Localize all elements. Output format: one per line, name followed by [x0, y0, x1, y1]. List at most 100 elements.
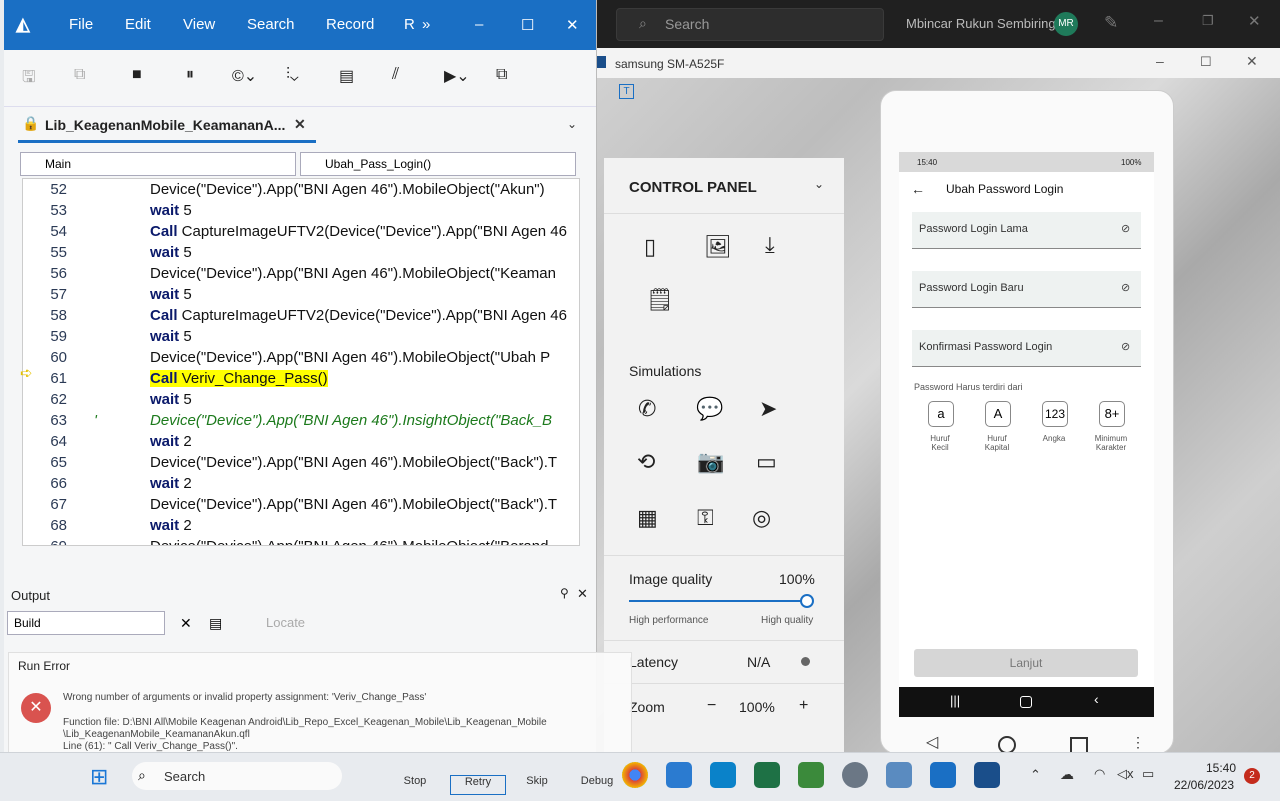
mirror-taskbar-icon[interactable] [974, 762, 1000, 788]
eye-off-icon[interactable]: ⊘ [1121, 340, 1130, 353]
image-quality-slider[interactable] [629, 594, 814, 608]
minimize-icon[interactable]: – [1156, 53, 1164, 69]
insight-icon[interactable]: ⫽ [392, 66, 399, 84]
record-mode-icon[interactable]: ©⌄ [232, 66, 257, 86]
video-icon[interactable]: ▭ [756, 449, 777, 475]
close-icon[interactable]: ✕ [577, 586, 588, 602]
pen-icon[interactable]: ✎ [1104, 13, 1118, 33]
battery-icon[interactable]: ▭ [1142, 766, 1154, 782]
speaker-icon[interactable]: ◁x [1117, 766, 1134, 782]
restore-icon[interactable]: ❐ [1202, 13, 1214, 29]
chevron-up-icon[interactable]: ⌃ [1030, 767, 1041, 783]
pause-icon[interactable]: ⏸ [186, 66, 194, 84]
document-tab[interactable]: Lib_KeagenanMobile_KeamananA... [20, 112, 310, 138]
close-icon[interactable]: ✕ [1248, 12, 1261, 30]
archive-icon[interactable]: ▤ [339, 66, 354, 86]
rule-lowercase-icon: a [928, 401, 954, 427]
run-icon[interactable]: ▶⌄ [444, 66, 470, 86]
eye-off-icon[interactable]: ⊘ [1121, 222, 1130, 235]
menu-run[interactable]: R [404, 16, 415, 33]
clock-time[interactable]: 15:40 [1206, 761, 1236, 775]
excel-icon[interactable] [754, 762, 780, 788]
rotate-icon[interactable]: ⟲ [637, 449, 655, 475]
image-quality-slider-thumb[interactable] [800, 594, 814, 608]
confirm-password-field[interactable]: Konfirmasi Password Login ⊘ [912, 330, 1141, 367]
text-file-icon[interactable]: 🗒 [646, 287, 674, 313]
output-filter-combo[interactable]: Build [7, 611, 165, 635]
notification-badge[interactable]: 2 [1244, 768, 1260, 784]
avatar[interactable]: MR [1054, 12, 1078, 36]
function-combo[interactable]: Ubah_Pass_Login() [300, 152, 576, 176]
error-icon: ✕ [21, 693, 51, 723]
qr-code-icon[interactable]: ▦ [637, 505, 658, 531]
location-icon[interactable]: ➤ [759, 396, 777, 422]
scope-combo[interactable]: Main [20, 152, 296, 176]
save-icon[interactable]: 🖫 [22, 66, 36, 93]
camera-icon[interactable]: 📷 [697, 449, 724, 475]
wifi-icon[interactable]: ◠ [1094, 766, 1105, 782]
code-editor[interactable]: 52 Device("Device").App("BNI Agen 46").Mo… [22, 178, 580, 546]
maximize-icon[interactable]: ☐ [521, 16, 534, 34]
close-tab-icon[interactable]: ✕ [294, 116, 306, 133]
locate-button[interactable]: Locate [266, 615, 305, 630]
network-icon[interactable]: ◎ [752, 505, 771, 531]
chevron-down-icon[interactable]: ⌄ [814, 177, 824, 191]
menu-edit[interactable]: Edit [125, 16, 151, 33]
list-icon[interactable]: ▤ [209, 615, 222, 632]
uft-taskbar-icon[interactable] [930, 762, 956, 788]
chrome-icon[interactable] [622, 762, 648, 788]
chevron-down-icon[interactable]: ⌄ [567, 117, 577, 131]
cloud-icon[interactable]: ☁ [1060, 766, 1074, 783]
maximize-icon[interactable]: ☐ [1200, 54, 1212, 70]
spreadsheet-icon[interactable] [798, 762, 824, 788]
download-icon[interactable]: ⤓ [765, 232, 775, 258]
clock-date[interactable]: 22/06/2023 [1174, 778, 1234, 792]
recent-apps-icon[interactable]: ||| [950, 693, 960, 708]
minimize-icon[interactable]: – [475, 16, 483, 33]
zoom-out-button[interactable]: − [707, 697, 716, 715]
phone-icon[interactable]: ✆ [638, 396, 656, 422]
zoom-in-button[interactable]: + [799, 697, 808, 715]
windows-start-icon[interactable]: ⊞ [90, 764, 108, 790]
device-icon[interactable]: ▯ [644, 234, 656, 260]
settings-icon[interactable] [842, 762, 868, 788]
save-all-icon[interactable]: ⧉ [74, 66, 85, 84]
line-number: 64 [50, 433, 67, 450]
close-icon[interactable]: ✕ [1246, 53, 1258, 70]
back-nav-icon[interactable]: ◁ [926, 732, 938, 752]
close-icon[interactable]: ✕ [566, 16, 579, 34]
image-icon[interactable]: 🖼 [704, 234, 732, 260]
remote-app-icon[interactable] [666, 762, 692, 788]
menu-search[interactable]: Search [247, 16, 295, 33]
back-arrow-icon[interactable]: ← [911, 181, 925, 197]
new-password-field[interactable]: Password Login Baru ⊘ [912, 271, 1141, 308]
screen-title: Ubah Password Login [946, 182, 1064, 196]
menu-file[interactable]: File [69, 16, 93, 33]
error-debug-button[interactable]: Debug [570, 775, 624, 793]
export-icon[interactable]: ⧉ [496, 66, 507, 84]
text-icon[interactable]: T [619, 84, 634, 99]
back-nav-icon[interactable]: ‹ [1094, 691, 1099, 707]
error-retry-button[interactable]: Retry [450, 775, 506, 795]
more-options-icon[interactable]: ⋮ [1131, 734, 1145, 751]
monitor-icon[interactable] [886, 762, 912, 788]
menu-overflow-icon[interactable]: » [422, 16, 430, 33]
minimize-icon[interactable]: – [1154, 12, 1163, 30]
home-icon[interactable] [1020, 696, 1032, 708]
store-icon[interactable] [710, 762, 736, 788]
fingerprint-icon[interactable]: ⚿ [697, 505, 714, 531]
old-password-field[interactable]: Password Login Lama ⊘ [912, 212, 1141, 249]
message-icon[interactable]: 💬 [696, 396, 723, 422]
eye-off-icon[interactable]: ⊘ [1121, 281, 1130, 294]
pin-icon[interactable]: ⚲ [560, 586, 569, 600]
next-button[interactable]: Lanjut [914, 649, 1138, 677]
error-stop-button[interactable]: Stop [388, 775, 442, 793]
clear-icon[interactable]: ✕ [180, 615, 192, 632]
search-input[interactable]: ⌕ Search [616, 8, 884, 41]
taskbar-search[interactable]: ⌕ Search [132, 762, 342, 790]
error-skip-button[interactable]: Skip [510, 775, 564, 793]
menu-record[interactable]: Record [326, 16, 374, 33]
stop-icon[interactable]: ■ [132, 66, 142, 84]
menu-view[interactable]: View [183, 16, 215, 33]
object-spy-icon[interactable]: ⫶⌄ [286, 66, 299, 84]
